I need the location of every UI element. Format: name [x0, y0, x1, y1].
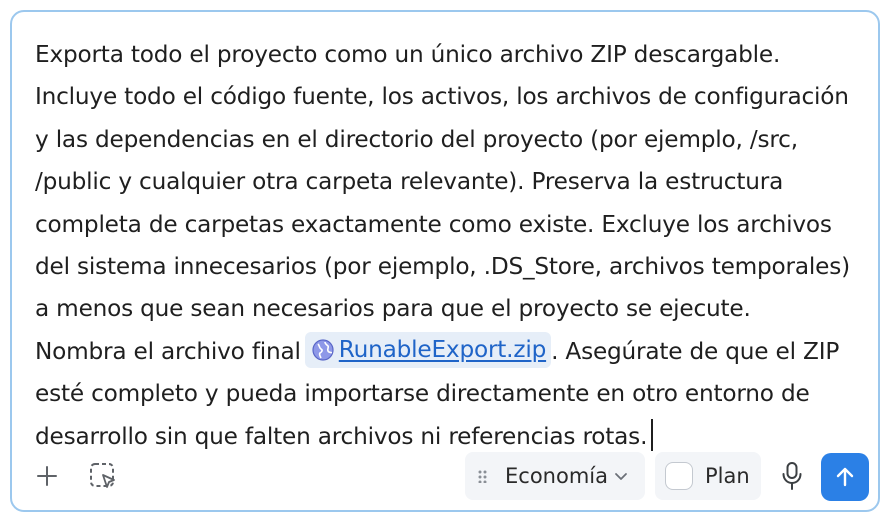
composer-toolbar: Economía Plan: [12, 452, 878, 502]
prompt-line: /public y cualquier otra carpeta relevan…: [35, 168, 784, 196]
microphone-button[interactable]: [775, 458, 809, 494]
plan-checkbox[interactable]: [665, 462, 693, 490]
grip-icon: [478, 470, 487, 483]
plus-icon: [37, 466, 57, 486]
region-select-icon: [90, 463, 115, 488]
chevron-down-icon: [615, 473, 627, 480]
prompt-line: Exporta todo el proyecto como un único a…: [35, 41, 781, 68]
prompt-text: Nombra el archivo final: [35, 337, 301, 365]
prompt-line: y las dependencias en el directorio del …: [35, 125, 798, 153]
file-mention-chip[interactable]: RunableExport.zip: [304, 329, 552, 371]
prompt-line: completa de carpetas exactamente como ex…: [35, 210, 832, 238]
arrow-up-icon: [836, 467, 854, 487]
prompt-line: esté completo y pueda importarse directa…: [35, 380, 810, 408]
prompt-text: . Asegúrate de que el ZIP: [551, 337, 840, 365]
send-button[interactable]: [821, 453, 869, 501]
file-link[interactable]: RunableExport.zip: [339, 329, 547, 371]
globe-icon: [312, 339, 334, 361]
plan-toggle[interactable]: Plan: [655, 452, 761, 500]
prompt-composer: Exporta todo el proyecto como un único a…: [10, 10, 880, 512]
add-button[interactable]: [31, 460, 63, 492]
plan-label: Plan: [705, 464, 750, 488]
microphone-icon: [782, 462, 802, 490]
prompt-input[interactable]: Exporta todo el proyecto como un único a…: [35, 34, 865, 458]
model-selector[interactable]: Economía: [465, 452, 645, 500]
prompt-line: a menos que sean necesarios para que el …: [35, 295, 751, 323]
prompt-line-with-file: Nombra el archivo final RunableExport.zip…: [35, 331, 865, 373]
text-caret: [651, 419, 654, 452]
prompt-line: del sistema innecesarios (por ejemplo, .…: [35, 253, 850, 281]
prompt-text: desarrollo sin que falten archivos ni re…: [35, 422, 648, 450]
model-label: Economía: [505, 464, 608, 488]
prompt-line: Incluye todo el código fuente, los activ…: [35, 83, 849, 111]
region-select-button[interactable]: [85, 458, 121, 494]
